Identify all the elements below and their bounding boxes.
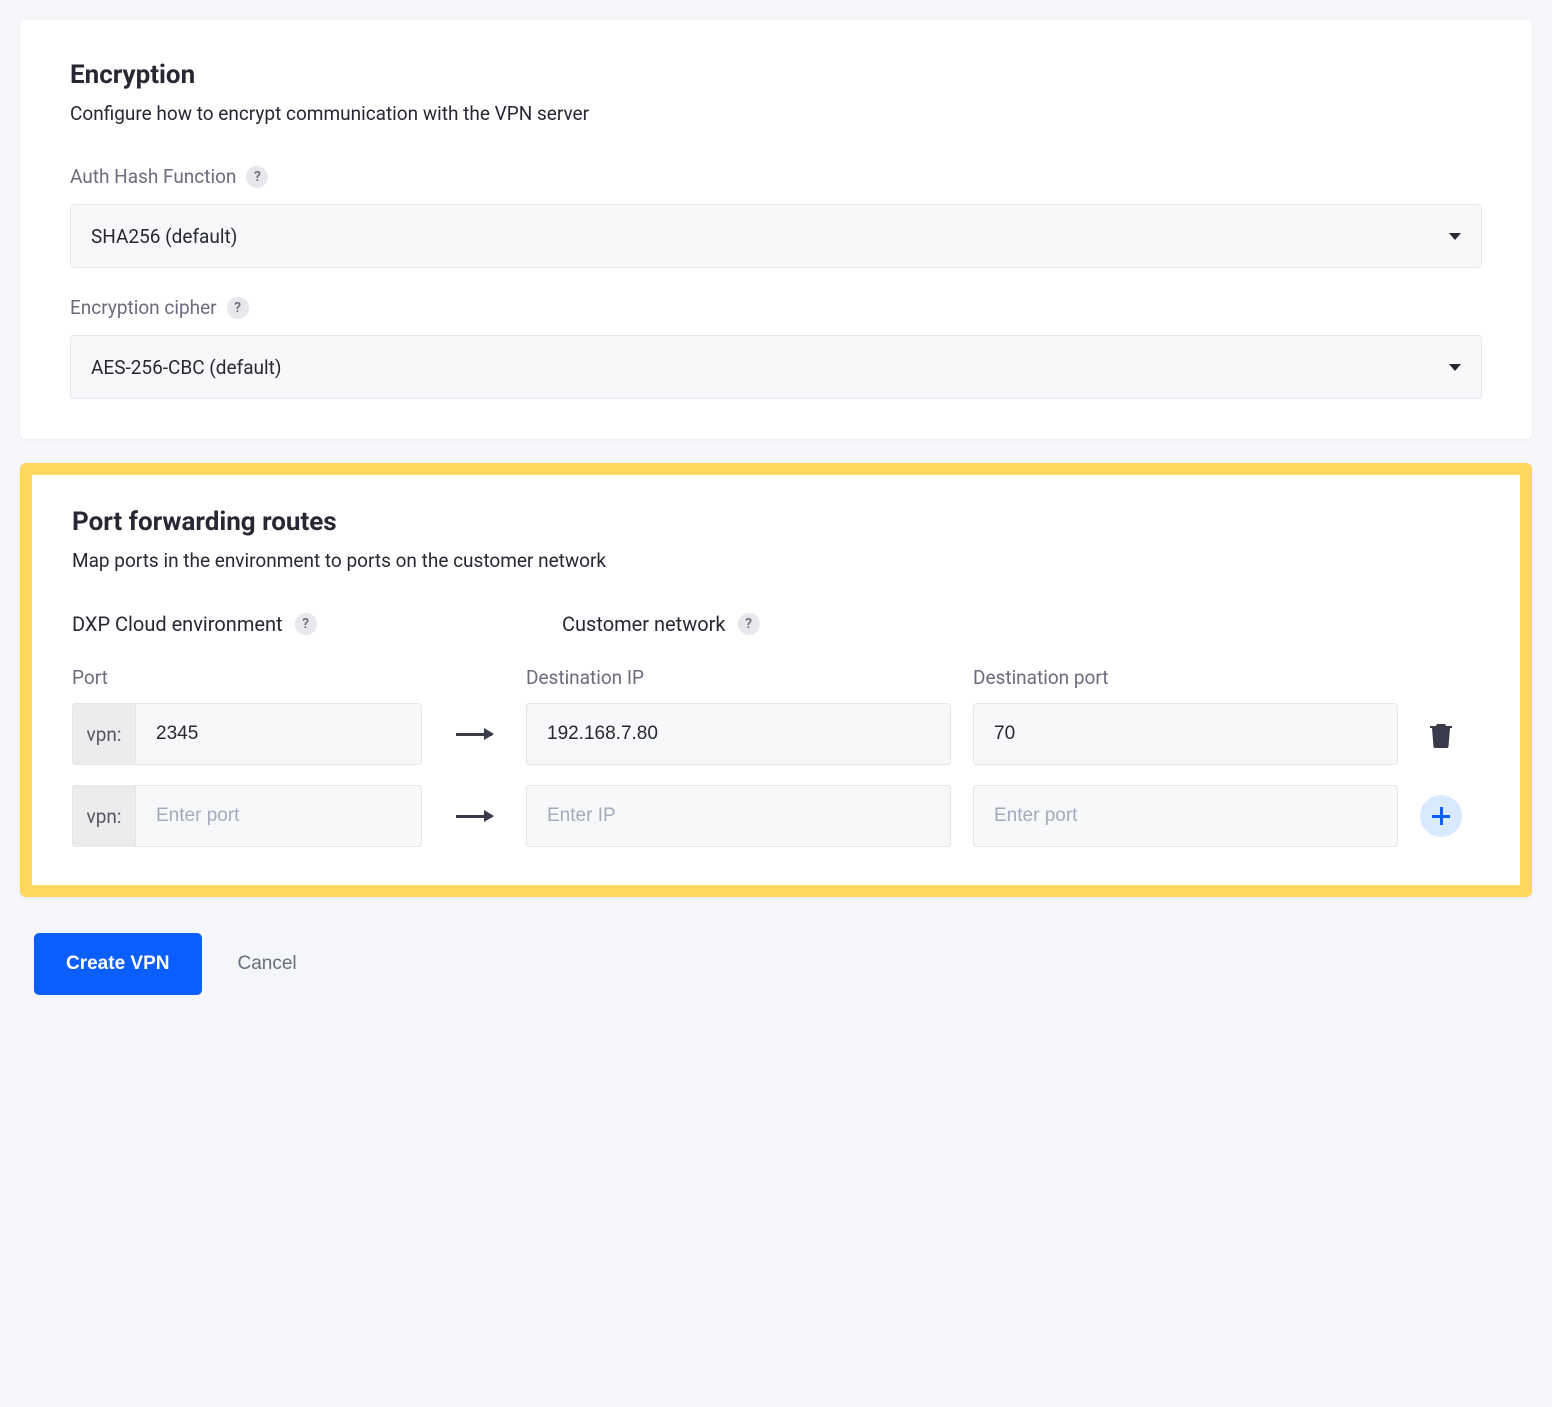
cipher-select[interactable]: AES-256-CBC (default) xyxy=(70,335,1482,399)
dest-port-label: Destination port xyxy=(973,666,1398,689)
trash-icon xyxy=(1429,720,1453,748)
destination-ip-input[interactable] xyxy=(526,785,951,847)
help-icon[interactable]: ? xyxy=(246,166,268,188)
encryption-title: Encryption xyxy=(70,60,1482,90)
dest-ip-label: Destination IP xyxy=(526,666,951,689)
route-row: vpn: xyxy=(72,785,1480,847)
route-row: vpn: xyxy=(72,703,1480,765)
help-icon[interactable]: ? xyxy=(295,613,317,635)
port-forwarding-description: Map ports in the environment to ports on… xyxy=(72,549,1480,572)
port-prefix: vpn: xyxy=(72,703,135,765)
auth-hash-select[interactable]: SHA256 (default) xyxy=(70,204,1482,268)
cipher-field: Encryption cipher ? AES-256-CBC (default… xyxy=(70,296,1482,399)
encryption-description: Configure how to encrypt communication w… xyxy=(70,102,1482,125)
cipher-label: Encryption cipher xyxy=(70,296,217,319)
destination-port-input[interactable] xyxy=(973,785,1398,847)
plus-icon xyxy=(1432,807,1450,825)
auth-hash-value: SHA256 (default) xyxy=(91,225,237,248)
port-label: Port xyxy=(72,666,422,689)
network-column-title: Customer network xyxy=(562,612,726,636)
port-prefix: vpn: xyxy=(72,785,135,847)
port-input[interactable] xyxy=(135,785,422,847)
chevron-down-icon xyxy=(1449,233,1461,240)
create-vpn-button[interactable]: Create VPN xyxy=(34,933,202,995)
chevron-down-icon xyxy=(1449,364,1461,371)
cancel-button[interactable]: Cancel xyxy=(238,953,297,975)
auth-hash-label: Auth Hash Function xyxy=(70,165,236,188)
arrow-right-icon xyxy=(444,733,504,736)
env-column-title: DXP Cloud environment xyxy=(72,612,283,636)
delete-route-button[interactable] xyxy=(1420,713,1462,755)
arrow-right-icon xyxy=(444,815,504,818)
cipher-value: AES-256-CBC (default) xyxy=(91,356,281,379)
auth-hash-field: Auth Hash Function ? SHA256 (default) xyxy=(70,165,1482,268)
destination-port-input[interactable] xyxy=(973,703,1398,765)
help-icon[interactable]: ? xyxy=(738,613,760,635)
port-input[interactable] xyxy=(135,703,422,765)
encryption-card: Encryption Configure how to encrypt comm… xyxy=(20,20,1532,439)
destination-ip-input[interactable] xyxy=(526,703,951,765)
add-route-button[interactable] xyxy=(1420,795,1462,837)
form-actions: Create VPN Cancel xyxy=(20,933,1532,995)
help-icon[interactable]: ? xyxy=(227,297,249,319)
port-forwarding-title: Port forwarding routes xyxy=(72,507,1480,537)
port-forwarding-card: Port forwarding routes Map ports in the … xyxy=(20,463,1532,897)
